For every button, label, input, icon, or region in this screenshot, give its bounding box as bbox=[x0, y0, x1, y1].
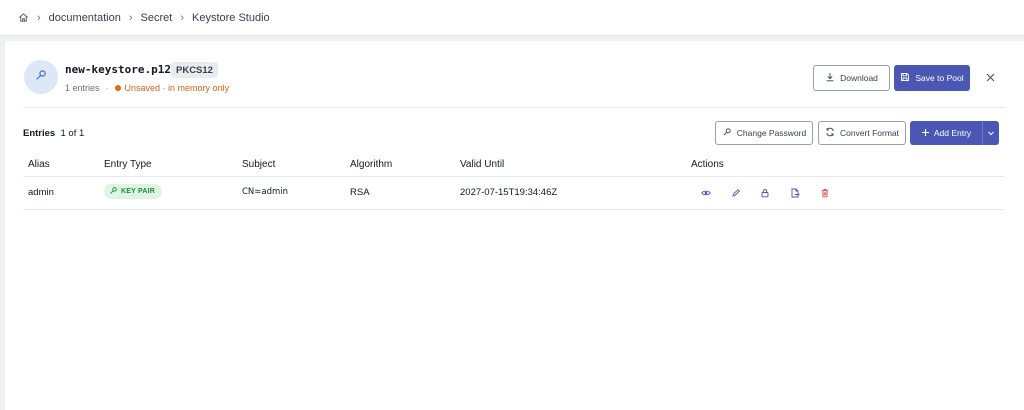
change-password-button[interactable]: Change Password bbox=[715, 121, 813, 145]
column-header-algorithm: Algorithm bbox=[350, 159, 393, 170]
keystore-name: new-keystore.p12 bbox=[65, 63, 171, 76]
header-divider bbox=[23, 107, 1005, 108]
key-icon bbox=[109, 186, 118, 197]
keystore-meta: 1 entries · Unsaved · in memory only bbox=[65, 83, 229, 93]
pencil-icon[interactable] bbox=[730, 187, 742, 199]
save-to-pool-button[interactable]: Save to Pool bbox=[894, 65, 970, 91]
download-button[interactable]: Download bbox=[813, 65, 890, 91]
plus-icon bbox=[921, 128, 930, 139]
status-dot bbox=[114, 85, 121, 91]
column-header-subject: Subject bbox=[242, 159, 276, 170]
key-icon bbox=[722, 127, 732, 139]
download-label: Download bbox=[840, 73, 878, 83]
breadcrumb-item-keystore-studio: Keystore Studio bbox=[191, 11, 270, 24]
chevron-right-icon: › bbox=[180, 11, 184, 24]
eye-icon[interactable] bbox=[700, 187, 712, 199]
convert-format-label: Convert Format bbox=[839, 128, 900, 138]
entry-type-label: KEY PAIR bbox=[121, 188, 156, 195]
trash-icon[interactable] bbox=[819, 187, 831, 199]
chevron-down-icon bbox=[987, 124, 995, 142]
save-label: Save to Pool bbox=[915, 73, 964, 83]
add-entry-button[interactable]: Add Entry bbox=[910, 121, 982, 145]
chevron-right-icon: › bbox=[37, 11, 41, 24]
entries-count-label: 1 of 1 bbox=[60, 128, 85, 139]
home-icon[interactable] bbox=[18, 12, 29, 23]
add-entry-split-button: Add Entry bbox=[910, 121, 999, 145]
keystore-panel: new-keystore.p12 PKCS12 1 entries · Unsa… bbox=[5, 41, 1024, 410]
cell-alias: admin bbox=[28, 187, 54, 198]
change-password-label: Change Password bbox=[736, 128, 807, 138]
close-icon[interactable] bbox=[983, 70, 997, 84]
key-icon bbox=[34, 68, 48, 87]
entries-title: Entries 1 of 1 bbox=[23, 128, 85, 139]
cell-valid-until: 2027-07-15T19:34:46Z bbox=[460, 187, 558, 198]
column-header-actions: Actions bbox=[691, 159, 724, 170]
save-icon bbox=[900, 72, 910, 84]
keystore-avatar bbox=[24, 60, 58, 94]
breadcrumb: › documentation › Secret › Keystore Stud… bbox=[0, 0, 1024, 36]
lock-icon[interactable] bbox=[759, 187, 771, 199]
status-text: Unsaved · in memory only bbox=[124, 83, 230, 93]
export-icon[interactable] bbox=[789, 187, 801, 199]
column-header-valid-until: Valid Until bbox=[460, 159, 505, 170]
breadcrumb-item-secret[interactable]: Secret bbox=[141, 12, 173, 24]
cell-algorithm: RSA bbox=[350, 187, 370, 198]
column-header-alias: Alias bbox=[28, 159, 50, 170]
table-header-divider bbox=[23, 176, 1004, 177]
add-entry-label: Add Entry bbox=[933, 128, 972, 138]
cell-subject: CN=admin bbox=[242, 187, 289, 197]
download-icon bbox=[825, 72, 835, 84]
add-entry-dropdown[interactable] bbox=[982, 121, 999, 145]
convert-format-button[interactable]: Convert Format bbox=[818, 121, 906, 145]
meta-separator: · bbox=[105, 83, 109, 93]
format-badge: PKCS12 bbox=[171, 62, 218, 78]
column-header-entry-type: Entry Type bbox=[104, 159, 152, 170]
entry-type-badge: KEY PAIR bbox=[104, 184, 163, 199]
table-row-divider bbox=[23, 209, 1004, 210]
refresh-icon bbox=[825, 127, 835, 139]
breadcrumb-item-documentation[interactable]: documentation bbox=[49, 12, 121, 24]
entries-count: 1 entries bbox=[65, 83, 100, 93]
chevron-right-icon: › bbox=[128, 11, 133, 24]
